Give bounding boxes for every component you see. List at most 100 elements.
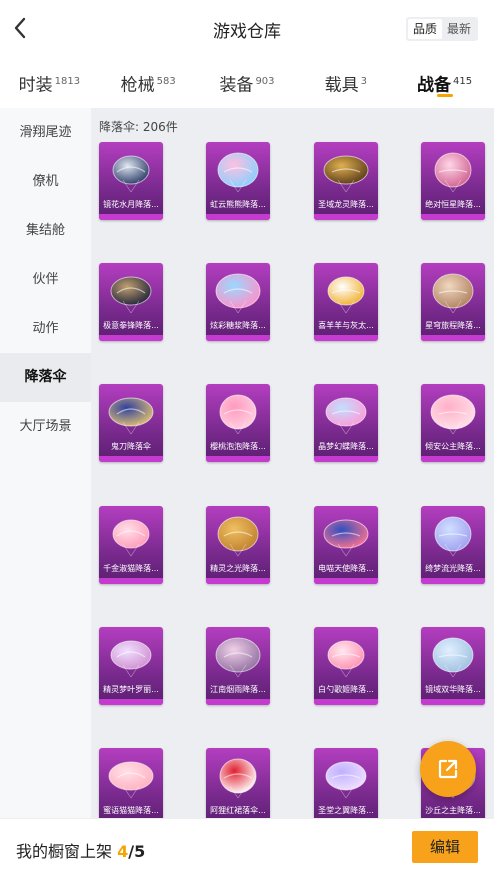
parachute-card[interactable]: 圣域龙灵降落... <box>314 142 378 220</box>
tab-label: 载具 <box>324 75 359 96</box>
parachute-name: 极意拳锋降落... <box>103 321 159 330</box>
parachute-card[interactable]: 绮梦流光降落... <box>421 506 485 584</box>
tab-fashion[interactable]: 时装 1813 <box>0 58 99 106</box>
rarity-bar <box>314 456 378 462</box>
parachute-card[interactable]: 镜花水月降落... <box>99 142 163 220</box>
parachute-icon <box>110 276 152 314</box>
parachute-name: 喜羊羊与灰太... <box>318 321 374 330</box>
sort-latest-button[interactable]: 最新 <box>442 19 476 39</box>
tab-weapons[interactable]: 枪械 583 <box>99 58 198 106</box>
share-button[interactable] <box>420 741 476 797</box>
rarity-bar <box>314 578 378 584</box>
rarity-bar <box>314 699 378 705</box>
parachute-icon <box>217 516 259 557</box>
parachute-icon <box>217 152 259 193</box>
rarity-bar <box>99 214 163 220</box>
parachute-icon <box>108 761 154 799</box>
sidebar-item-emote[interactable]: 动作 <box>0 304 91 353</box>
tab-label: 战备 <box>417 75 452 96</box>
parachute-name: 千金淑猫降落... <box>103 564 159 573</box>
tab-label: 时装 <box>18 75 53 96</box>
item-grid-panel: 降落伞: 206件 镜花水月降落... 虹云熊熊降落... 圣域龙灵降落... 绝对恒… <box>91 108 494 818</box>
parachute-card[interactable]: 樱桃泡泡降落... <box>206 384 270 462</box>
parachute-card[interactable]: 鬼刀降落伞 <box>99 384 163 462</box>
rarity-bar <box>99 335 163 341</box>
parachute-card[interactable]: 圣堂之翼降落... <box>314 748 378 818</box>
parachute-name: 镜花水月降落... <box>103 200 159 209</box>
parachute-card[interactable]: 喜羊羊与灰太... <box>314 263 378 341</box>
edit-button[interactable]: 编辑 <box>412 831 478 863</box>
share-icon <box>438 759 458 779</box>
rarity-bar <box>206 578 270 584</box>
parachute-name: 电喵天使降落... <box>318 564 374 573</box>
sidebar-item-parachute[interactable]: 降落伞 <box>0 353 91 402</box>
parachute-name: 阿狸红裙落伞... <box>210 806 266 815</box>
parachute-card[interactable]: 星穹旅程降落... <box>421 263 485 341</box>
rarity-bar <box>206 335 270 341</box>
parachute-name: 圣域龙灵降落... <box>318 200 374 209</box>
parachute-icon <box>323 519 369 557</box>
parachute-icon <box>215 637 261 678</box>
rarity-bar <box>314 214 378 220</box>
tab-tactical[interactable]: 战备 415 <box>395 58 494 106</box>
parachute-card[interactable]: 千金淑猫降落... <box>99 506 163 584</box>
shelf-current: 4 <box>117 842 129 861</box>
parachute-name: 沙丘之主降落... <box>425 806 481 815</box>
parachute-card[interactable]: 镜域双华降落... <box>421 627 485 705</box>
parachute-card[interactable]: 江南烟雨降落... <box>206 627 270 705</box>
parachute-card[interactable]: 虹云熊熊降落... <box>206 142 270 220</box>
parachute-icon <box>432 273 474 314</box>
item-count-label: 降落伞: 206件 <box>99 120 178 134</box>
parachute-icon <box>110 640 152 678</box>
sidebar: 滑翔尾迹 僚机 集结舱 伙伴 动作 降落伞 大厅场景 <box>0 108 91 818</box>
parachute-card[interactable]: 蜜语猫猫降落... <box>99 748 163 818</box>
tab-equipment[interactable]: 装备 903 <box>198 58 297 106</box>
rarity-bar <box>421 456 485 462</box>
parachute-card[interactable]: 精灵梦叶罗丽... <box>99 627 163 705</box>
parachute-icon <box>323 155 369 193</box>
rarity-bar <box>421 214 485 220</box>
rarity-bar <box>421 335 485 341</box>
parachute-card[interactable]: 倾安公主降落... <box>421 384 485 462</box>
parachute-icon <box>219 758 257 799</box>
parachute-card[interactable]: 精灵之光降落... <box>206 506 270 584</box>
parachute-card[interactable]: 阿狸红裙落伞... <box>206 748 270 818</box>
parachute-name: 圣堂之翼降落... <box>318 806 374 815</box>
parachute-card[interactable]: 极意拳锋降落... <box>99 263 163 341</box>
tab-count: 1813 <box>54 76 81 87</box>
parachute-icon <box>112 155 150 193</box>
parachute-card[interactable]: 晶梦幻蝶降落... <box>314 384 378 462</box>
rarity-bar <box>421 699 485 705</box>
parachute-name: 鬼刀降落伞 <box>111 442 151 451</box>
shelf-label: 我的橱窗上架 <box>16 842 113 861</box>
rarity-bar <box>206 214 270 220</box>
parachute-card[interactable]: 电喵天使降落... <box>314 506 378 584</box>
parachute-icon <box>108 397 154 435</box>
parachute-icon <box>325 397 367 435</box>
category-tabs: 时装 1813 枪械 583 装备 903 载具 3 战备 415 <box>0 58 494 106</box>
parachute-name: 江南烟雨降落... <box>210 685 266 694</box>
parachute-icon <box>327 276 365 314</box>
parachute-name: 镜域双华降落... <box>425 685 481 694</box>
tab-vehicles[interactable]: 载具 3 <box>296 58 395 106</box>
rarity-bar <box>206 456 270 462</box>
parachute-name: 倾安公主降落... <box>425 442 481 451</box>
sidebar-item-companion[interactable]: 伙伴 <box>0 255 91 304</box>
sidebar-item-assembly-pod[interactable]: 集结舱 <box>0 206 91 255</box>
rarity-bar <box>421 578 485 584</box>
rarity-bar <box>314 335 378 341</box>
tab-count: 583 <box>156 76 176 87</box>
parachute-card[interactable]: 炫彩糖浆降落... <box>206 263 270 341</box>
sort-quality-button[interactable]: 品质 <box>407 19 442 39</box>
sidebar-item-glide-trail[interactable]: 滑翔尾迹 <box>0 108 91 157</box>
rarity-bar <box>99 578 163 584</box>
parachute-name: 精灵之光降落... <box>210 564 266 573</box>
active-tab-indicator <box>436 94 453 97</box>
sidebar-item-wingman[interactable]: 僚机 <box>0 157 91 206</box>
parachute-card[interactable]: 白勺歌姬降落... <box>314 627 378 705</box>
parachute-card[interactable]: 绝对恒星降落... <box>421 142 485 220</box>
parachute-name: 绝对恒星降落... <box>425 200 481 209</box>
rarity-bar <box>99 699 163 705</box>
sidebar-item-lobby-scene[interactable]: 大厅场景 <box>0 402 91 451</box>
footer-bar: 我的橱窗上架 4/5 编辑 <box>0 818 494 875</box>
